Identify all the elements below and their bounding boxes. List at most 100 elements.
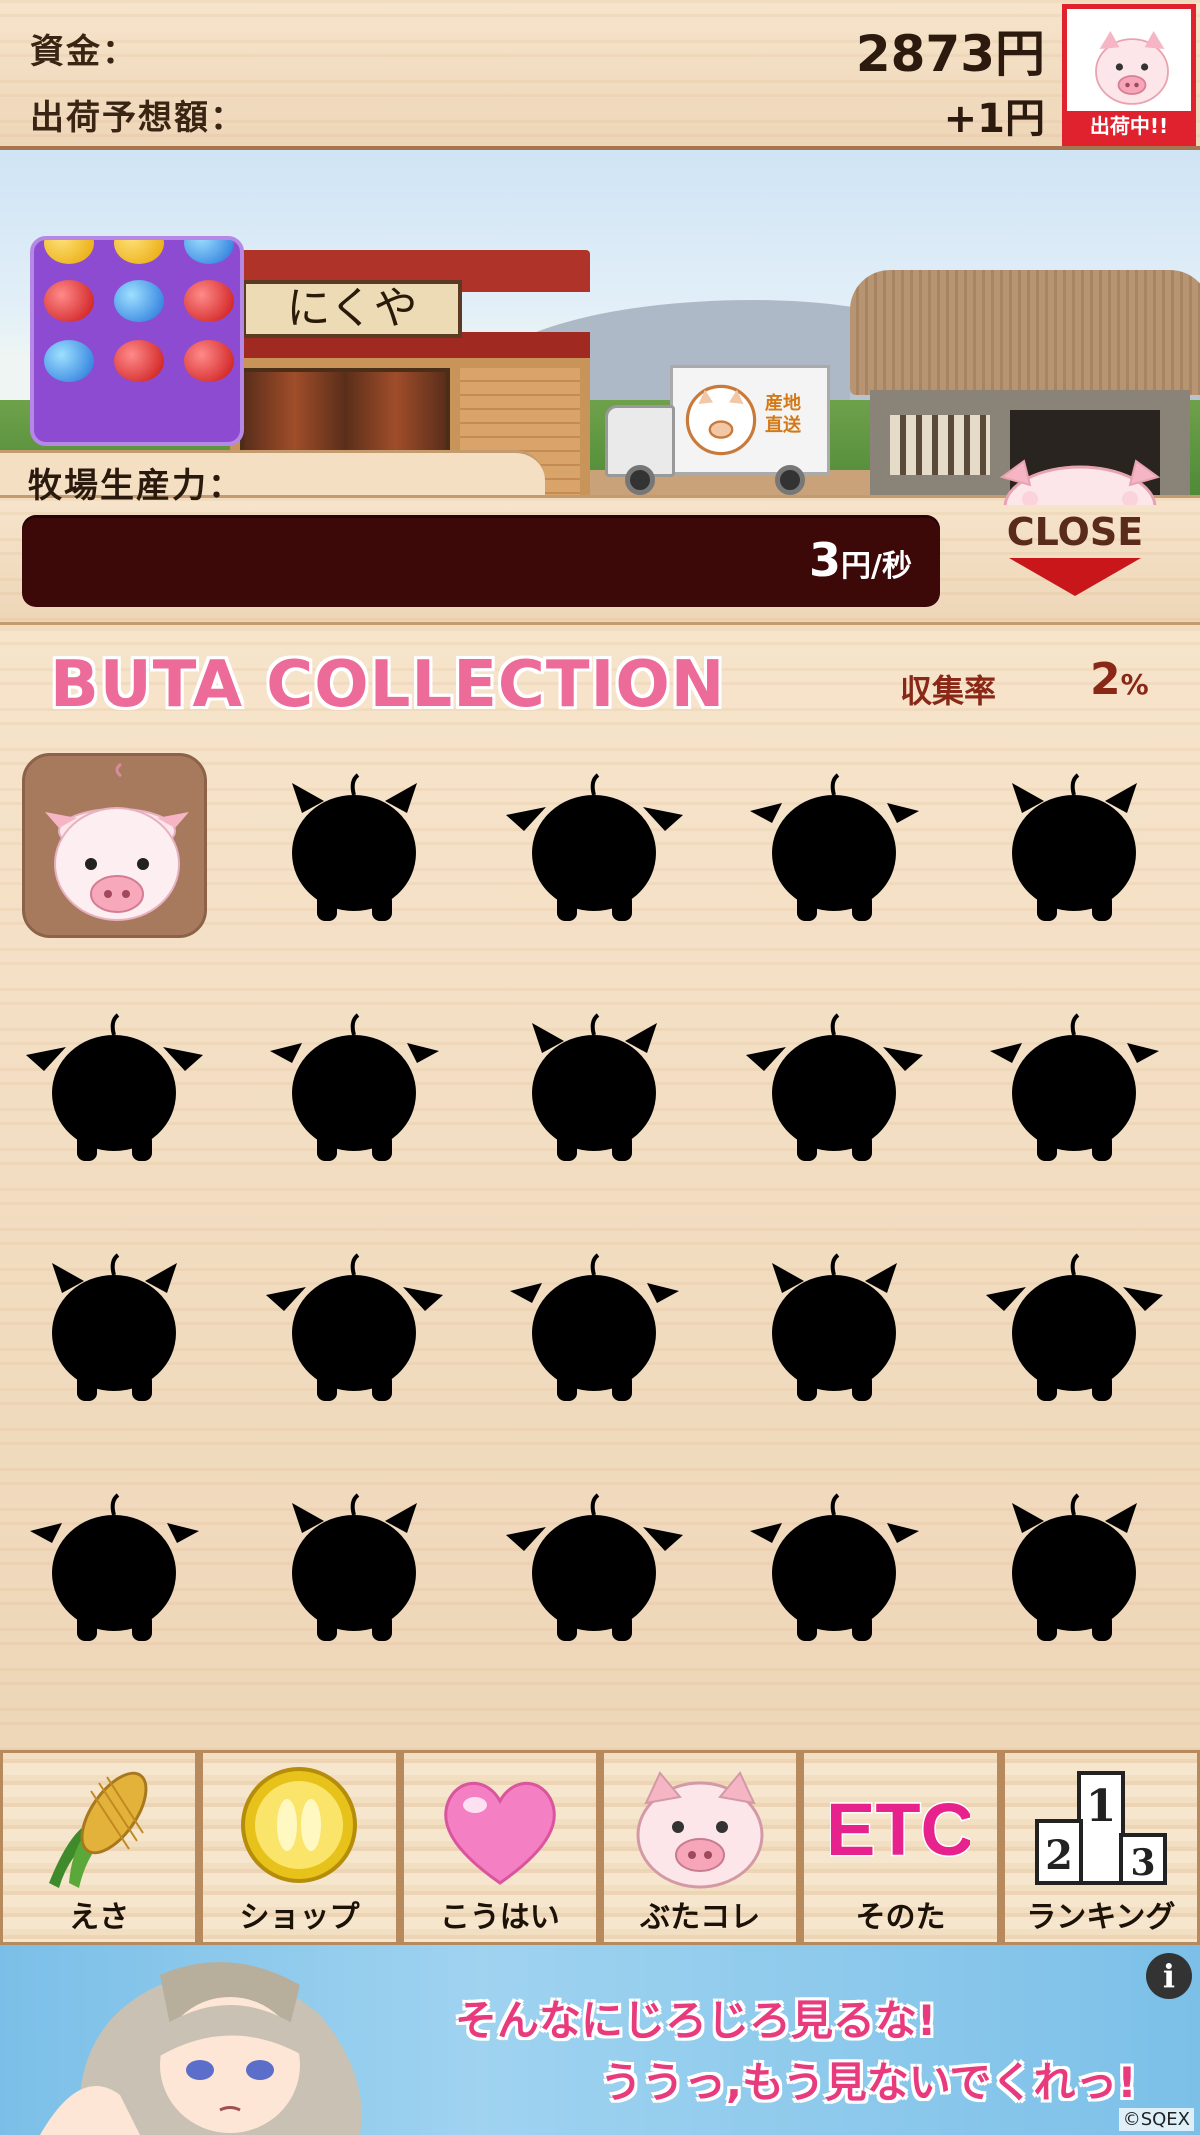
pig-silhouette-icon xyxy=(986,1253,1163,1401)
collection-pig-locked[interactable] xyxy=(982,1473,1167,1658)
nav-label: こうはい xyxy=(439,1900,560,1935)
production-rate: 3円/秒 xyxy=(809,533,912,587)
nav-other-button[interactable]: ETC そのた xyxy=(801,1750,1000,1945)
nav-ranking-button[interactable]: 1 2 3 ランキング xyxy=(1001,1750,1200,1945)
collection-pig-locked[interactable] xyxy=(982,993,1167,1178)
pig-logo-icon xyxy=(685,384,757,456)
pig-silhouette-icon xyxy=(750,773,919,921)
collection-pig-locked[interactable] xyxy=(22,1473,207,1658)
collection-pig-locked[interactable] xyxy=(262,993,447,1178)
nav-feed-button[interactable]: えさ xyxy=(0,1750,199,1945)
heart-icon xyxy=(444,1781,556,1885)
corn-icon xyxy=(49,1771,148,1888)
collection-rate: 2% xyxy=(1090,654,1149,705)
gem-icon xyxy=(114,280,164,322)
ad-headline-line-2: ううっ,もう見ないでくれっ! xyxy=(600,2058,1137,2107)
peeking-pig-icon xyxy=(999,459,1161,505)
pig-silhouette-icon xyxy=(26,1013,203,1161)
barn-window xyxy=(890,415,990,475)
info-icon[interactable]: i xyxy=(1146,1953,1192,1999)
nav-label: えさ xyxy=(69,1900,130,1935)
collection-title: BUTA COLLECTION xyxy=(50,648,726,722)
etc-icon-text: ETC xyxy=(830,1788,970,1871)
pig-silhouette-icon xyxy=(270,1013,439,1161)
coin-icon xyxy=(241,1767,358,1883)
puzzle-game-thumbnail[interactable] xyxy=(30,236,244,446)
gem-icon xyxy=(114,240,164,264)
nav-buta-collection-button[interactable]: ぶたコレ xyxy=(600,1750,800,1945)
collection-pig-locked[interactable] xyxy=(742,753,927,938)
nav-label: そのた xyxy=(855,1900,946,1935)
podium-first-text: 1 xyxy=(1085,1781,1116,1832)
forecast-label: 出荷予想額： xyxy=(30,98,246,138)
gem-icon xyxy=(184,340,234,382)
pig-silhouette-icon xyxy=(292,773,417,921)
collection-pig-locked[interactable] xyxy=(742,1233,927,1418)
anime-character-illustration xyxy=(40,1962,362,2135)
production-rate-bar: 3円/秒 xyxy=(22,515,940,607)
funds-label: 資金： xyxy=(30,32,138,72)
bottom-nav: えさ ショップ こうはい ぶたコレ ETC そのた 1 2 3 ランキング xyxy=(0,1750,1200,1945)
buta-collection-panel: BUTA COLLECTION 収集率 2% xyxy=(0,628,1200,1750)
nav-breed-button[interactable]: こうはい xyxy=(400,1750,599,1945)
close-button[interactable]: CLOSE xyxy=(995,510,1155,610)
nav-label: ぶたコレ xyxy=(640,1900,761,1935)
collection-pig-locked[interactable] xyxy=(502,753,687,938)
collection-pig-locked[interactable] xyxy=(502,993,687,1178)
delivery-truck: 産地 直送 xyxy=(605,365,835,495)
pig-icon xyxy=(45,762,189,921)
pig-silhouette-icon xyxy=(506,773,683,921)
ad-banner[interactable]: そんなにじろじろ見るな! ううっ,もう見ないでくれっ! i ©SQEX xyxy=(0,1945,1200,2135)
wheel xyxy=(775,465,805,495)
collection-pig-locked[interactable] xyxy=(262,1233,447,1418)
farm-scene: にくや 産地 直送 xyxy=(0,150,1200,495)
pig-silhouette-icon xyxy=(506,1493,683,1641)
collection-pig-unlocked[interactable] xyxy=(22,753,207,938)
shop-sign: にくや xyxy=(242,280,462,338)
collection-pig-locked[interactable] xyxy=(262,753,447,938)
gem-icon xyxy=(114,340,164,382)
gem-icon xyxy=(184,240,234,264)
collection-pig-locked[interactable] xyxy=(742,993,927,1178)
nav-shop-button[interactable]: ショップ xyxy=(200,1750,399,1945)
truck-label-line: 産地 xyxy=(765,393,801,414)
funds-value: 2873円 xyxy=(855,25,1045,83)
pig-silhouette-icon xyxy=(746,1013,923,1161)
production-rate-unit: 円/秒 xyxy=(841,549,912,584)
shipping-status-label: 出荷中!! xyxy=(1067,111,1191,141)
collection-pig-locked[interactable] xyxy=(982,753,1167,938)
etc-icon: ETC xyxy=(830,1787,970,1873)
wheel xyxy=(625,465,655,495)
collection-pig-locked[interactable] xyxy=(22,993,207,1178)
barn-roof xyxy=(850,270,1200,395)
ad-copyright: ©SQEX xyxy=(1118,2108,1194,2131)
pig-icon xyxy=(636,1771,764,1889)
gem-icon xyxy=(184,280,234,322)
truck-label-line: 直送 xyxy=(765,415,801,436)
gem-icon xyxy=(44,240,94,264)
pig-silhouette-icon xyxy=(30,1493,199,1641)
collection-pig-locked[interactable] xyxy=(502,1473,687,1658)
status-header: 資金： 2873円 出荷予想額： +1円 出荷中!! xyxy=(0,0,1200,150)
truck-cargo-box xyxy=(670,365,830,475)
shipping-status-button[interactable]: 出荷中!! xyxy=(1062,4,1196,146)
collection-pig-locked[interactable] xyxy=(22,1233,207,1418)
collection-rate-label: 収集率 xyxy=(900,672,997,710)
pig-silhouette-icon xyxy=(510,1253,679,1401)
podium-icon: 1 2 3 xyxy=(1034,1771,1167,1885)
collection-pig-locked[interactable] xyxy=(262,1473,447,1658)
collection-pig-locked[interactable] xyxy=(742,1473,927,1658)
ad-headline-line-1: そんなにじろじろ見るな! xyxy=(455,1996,937,2045)
collection-rate-unit: % xyxy=(1120,668,1149,701)
pig-icon xyxy=(1095,31,1169,105)
pig-silhouette-icon xyxy=(266,1253,443,1401)
collection-pig-locked[interactable] xyxy=(982,1233,1167,1418)
nav-label: ショップ xyxy=(239,1900,360,1935)
pig-silhouette-icon xyxy=(292,1493,417,1641)
podium-second-text: 2 xyxy=(1045,1832,1073,1879)
pig-silhouette-icon xyxy=(532,1013,657,1161)
pig-silhouette-icon xyxy=(1012,773,1137,921)
collection-pig-locked[interactable] xyxy=(502,1233,687,1418)
pig-silhouette-icon xyxy=(772,1253,897,1401)
production-label: 牧場生産力： xyxy=(28,466,244,506)
